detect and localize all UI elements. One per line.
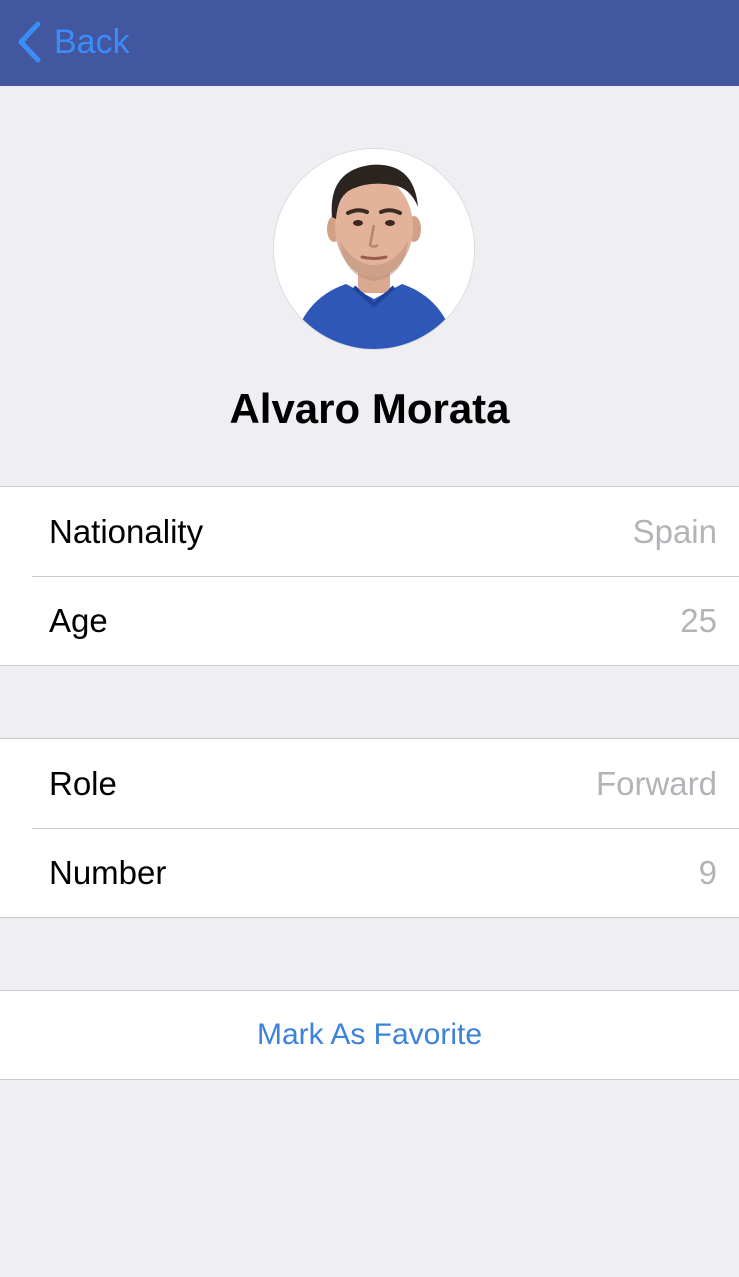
favorite-section: Mark As Favorite bbox=[0, 990, 739, 1080]
row-label: Nationality bbox=[49, 513, 204, 550]
back-button[interactable]: Back bbox=[16, 20, 130, 64]
row-value: 25 bbox=[680, 602, 717, 639]
table-row-nationality: Nationality Spain bbox=[0, 487, 739, 576]
row-value: Spain bbox=[632, 513, 717, 550]
row-label: Role bbox=[49, 765, 117, 802]
row-value: Forward bbox=[595, 765, 717, 802]
table-row-number: Number 9 bbox=[0, 828, 739, 917]
chevron-left-icon bbox=[16, 20, 42, 64]
row-label: Age bbox=[49, 602, 108, 639]
mark-as-favorite-button[interactable]: Mark As Favorite bbox=[0, 991, 739, 1079]
role-section: Role Forward Number 9 bbox=[0, 738, 739, 918]
player-avatar bbox=[274, 149, 474, 349]
row-label: Number bbox=[49, 854, 167, 891]
back-label: Back bbox=[54, 23, 130, 61]
player-header: Alvaro Morata bbox=[0, 86, 739, 486]
table-row-role: Role Forward bbox=[0, 739, 739, 828]
player-name: Alvaro Morata bbox=[229, 385, 510, 432]
navigation-bar: Back bbox=[0, 0, 739, 86]
info-section: Nationality Spain Age 25 bbox=[0, 486, 739, 666]
row-value: 9 bbox=[698, 854, 717, 891]
table-row-age: Age 25 bbox=[0, 576, 739, 665]
